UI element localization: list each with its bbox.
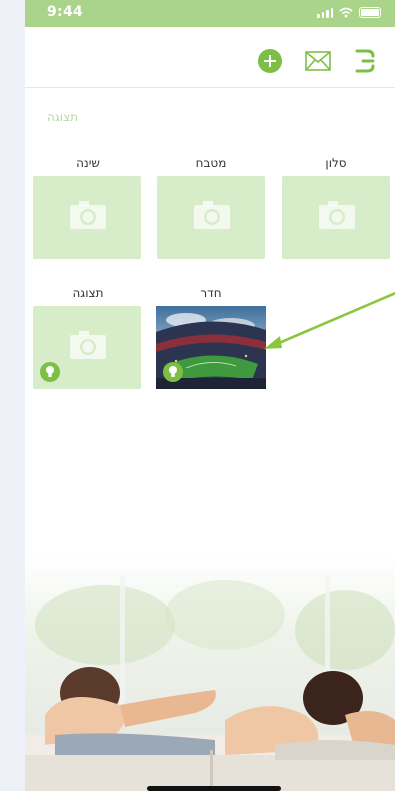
add-button[interactable] (258, 49, 282, 73)
menu-icon[interactable] (353, 48, 377, 74)
lightbulb-icon (40, 362, 60, 382)
signal-icon (317, 7, 333, 18)
room-label-living: סלון (325, 156, 347, 170)
background-photo (25, 555, 395, 791)
room-tile-kitchen[interactable] (157, 176, 265, 259)
camera-icon (194, 201, 230, 229)
section-title: תצוגה (46, 110, 78, 124)
app-screen: 9:44 תצוגה סלון מטבח שינה חדר תצוגה (25, 0, 395, 791)
room-tile-bedroom[interactable] (33, 176, 141, 259)
envelope-icon[interactable] (305, 51, 331, 71)
status-time: 9:44 (47, 4, 84, 20)
status-icons (317, 7, 381, 18)
top-toolbar (25, 27, 395, 88)
status-bar: 9:44 (25, 0, 395, 27)
camera-icon (70, 331, 106, 359)
room-label-display: תצוגה (72, 286, 104, 300)
battery-icon (359, 7, 381, 18)
annotation-arrow (264, 291, 395, 349)
room-label-kitchen: מטבח (195, 156, 227, 170)
room-label-bedroom: שינה (76, 156, 100, 170)
camera-icon (319, 201, 355, 229)
room-tile-living[interactable] (282, 176, 390, 259)
lightbulb-icon (163, 362, 183, 382)
room-tile-display[interactable] (33, 306, 141, 389)
wifi-icon (339, 7, 353, 18)
home-indicator (147, 786, 281, 791)
camera-icon (70, 201, 106, 229)
